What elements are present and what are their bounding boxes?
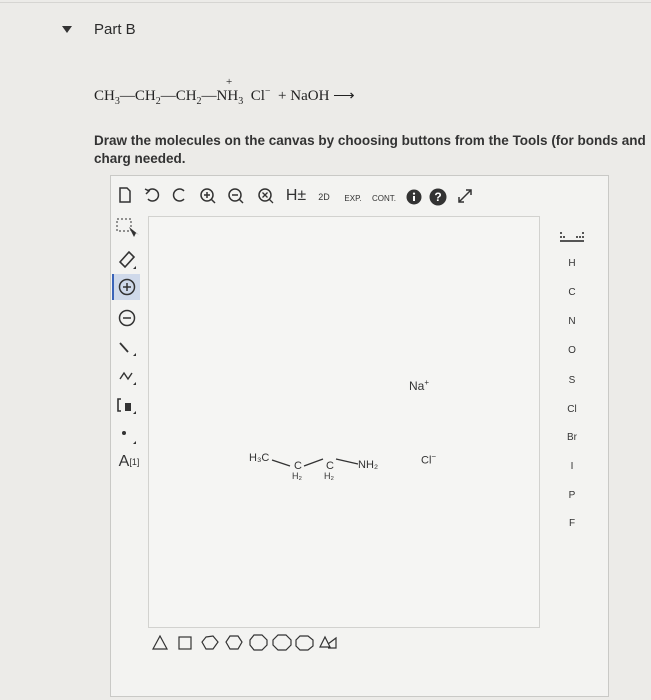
pentagon-ring-icon <box>201 635 219 650</box>
negative-charge-tool-icon[interactable] <box>114 306 140 330</box>
chloride-ion[interactable]: Cl− <box>421 452 436 467</box>
bracket-tool-icon[interactable] <box>114 393 140 417</box>
methyl-group[interactable]: H₃C <box>249 452 269 464</box>
hydrogen-toggle-button[interactable]: H± <box>284 186 308 206</box>
new-document-icon[interactable] <box>116 186 134 204</box>
clean-2d-button[interactable]: 2D <box>313 188 335 206</box>
element-c-button[interactable]: C <box>557 287 587 298</box>
part-title: Part B <box>94 21 136 38</box>
collapse-caret-icon[interactable] <box>62 26 72 33</box>
positive-charge-tool-icon[interactable] <box>112 274 140 300</box>
radical-tool-icon[interactable] <box>114 423 140 447</box>
octagon-ring-icon <box>272 634 292 651</box>
benzene-ring-icon <box>295 635 314 651</box>
element-cl-button[interactable]: Cl <box>557 404 587 415</box>
triangle-ring-icon <box>151 634 169 650</box>
element-s-button[interactable]: S <box>557 375 587 386</box>
atom-sup: [1] <box>129 457 140 467</box>
hexagon-ring-icon <box>225 635 243 650</box>
atom-label: A <box>118 453 130 470</box>
drawing-canvas[interactable] <box>148 216 540 628</box>
element-p-button[interactable]: P <box>557 490 587 501</box>
carbon-2-hydrogens: H₂ <box>324 471 334 481</box>
heptagon-ring-icon <box>249 634 268 651</box>
periodic-table-icon[interactable] <box>559 230 585 244</box>
element-i-button[interactable]: I <box>557 461 587 472</box>
eraser-tool-icon[interactable] <box>114 247 140 271</box>
help-icon[interactable]: ? <box>429 188 447 206</box>
element-br-button[interactable]: Br <box>557 432 587 443</box>
element-n-button[interactable]: N <box>557 316 587 327</box>
single-bond-tool-icon[interactable] <box>114 336 140 360</box>
carbon-1-hydrogens: H₂ <box>292 471 302 481</box>
template-library-icon <box>319 635 337 649</box>
fullscreen-icon[interactable] <box>454 186 476 206</box>
element-h-button[interactable]: H <box>557 258 587 269</box>
top-divider <box>0 2 651 3</box>
zoom-out-icon[interactable] <box>226 186 246 206</box>
selection-tool-icon[interactable] <box>114 216 140 240</box>
amine-group[interactable]: NH₂ <box>358 459 378 471</box>
atom-properties-tool[interactable]: A [1] <box>114 450 144 474</box>
sodium-ion[interactable]: Na+ <box>409 378 429 393</box>
zoom-in-icon[interactable] <box>198 186 218 206</box>
undo-icon[interactable] <box>143 186 161 204</box>
reaction-equation: CH3—CH2—CH2—NH3 + Cl− + NaOH ⟶ <box>94 76 355 107</box>
instructions-text: Draw the molecules on the canvas by choo… <box>94 133 646 166</box>
chain-tool-icon[interactable] <box>114 364 140 388</box>
svg-text:?: ? <box>434 190 441 204</box>
ammonium-charge: + <box>226 76 233 88</box>
square-ring-icon <box>178 636 192 650</box>
info-icon[interactable] <box>405 188 423 206</box>
ring-templates <box>150 632 360 652</box>
element-f-button[interactable]: F <box>557 518 587 529</box>
expand-button[interactable]: EXP. <box>341 190 365 206</box>
zoom-reset-icon[interactable] <box>256 186 276 206</box>
element-o-button[interactable]: O <box>557 345 587 356</box>
contract-button[interactable]: CONT. <box>370 190 398 206</box>
redo-icon[interactable] <box>171 186 189 204</box>
